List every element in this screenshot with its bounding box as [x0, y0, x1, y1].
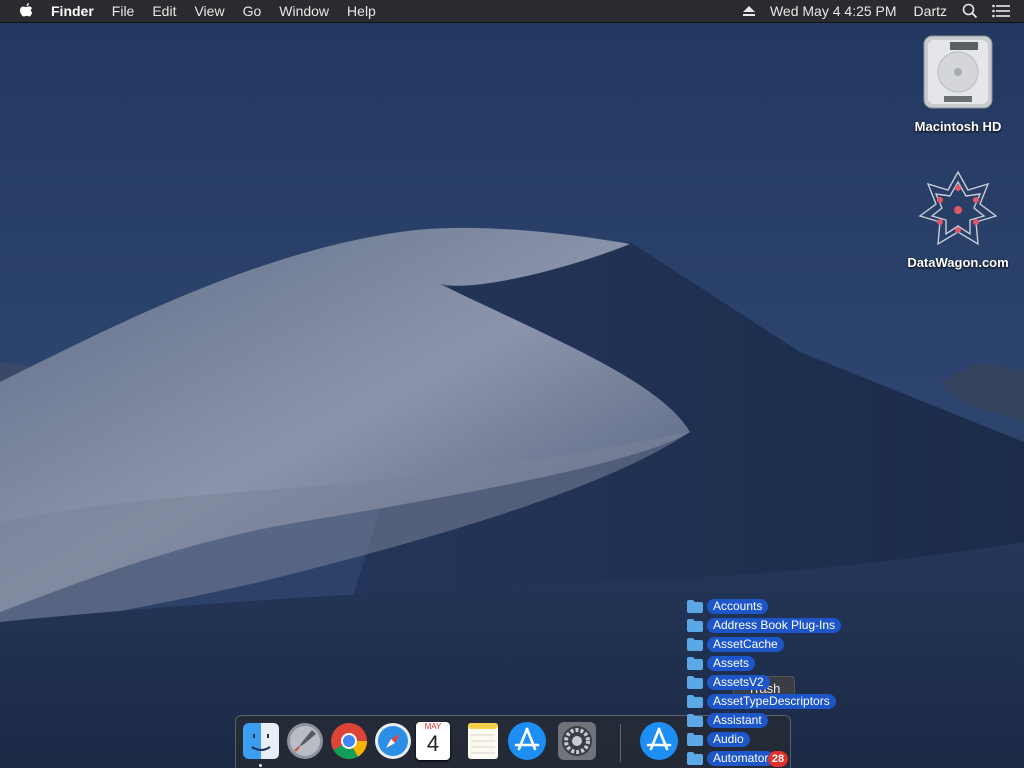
- stack-item-label: Address Book Plug-Ins: [707, 617, 842, 633]
- datawagon-icon: [918, 170, 998, 246]
- folder-icon: [687, 694, 703, 708]
- folder-icon: [687, 713, 703, 727]
- calendar-icon[interactable]: MAY 4: [416, 722, 450, 760]
- stack-item[interactable]: Audio: [687, 731, 750, 747]
- folder-icon: [687, 675, 703, 689]
- running-indicator: [259, 764, 262, 767]
- dock-separator: [620, 724, 621, 762]
- eject-icon[interactable]: [742, 5, 756, 17]
- stack-item-label: Automator: [707, 750, 775, 766]
- menu-app-name[interactable]: Finder: [42, 0, 103, 22]
- notification-badge: 28: [768, 751, 788, 767]
- desktop-icon-datawagon[interactable]: DataWagon.com: [898, 168, 1018, 270]
- menu-window[interactable]: Window: [270, 0, 338, 22]
- stack-item-label: Assets: [707, 655, 756, 671]
- menu-go[interactable]: Go: [234, 0, 271, 22]
- menu-file[interactable]: File: [103, 0, 144, 22]
- finder-icon[interactable]: [240, 720, 282, 762]
- system-preferences-icon[interactable]: [556, 720, 598, 762]
- folder-icon: [687, 637, 703, 651]
- stack-item-label: Audio: [707, 731, 750, 747]
- notes-icon[interactable]: [462, 720, 504, 762]
- stack-item-label: AssetsV2: [707, 674, 770, 690]
- desktop-wallpaper: [0, 22, 1024, 768]
- menu-view[interactable]: View: [185, 0, 233, 22]
- menu-help[interactable]: Help: [338, 0, 385, 22]
- folder-icon: [687, 618, 703, 632]
- stack-item[interactable]: AssetTypeDescriptors: [687, 693, 836, 709]
- folder-icon: [687, 732, 703, 746]
- stack-item[interactable]: Automator: [687, 750, 775, 766]
- notification-center-icon[interactable]: [992, 4, 1010, 18]
- stack-item[interactable]: Assistant: [687, 712, 768, 728]
- stack-item-label: Assistant: [707, 712, 768, 728]
- launchpad-icon[interactable]: [284, 720, 326, 762]
- app-store-icon[interactable]: [506, 720, 548, 762]
- hard-drive-icon: [923, 35, 993, 109]
- stack-item[interactable]: AssetsV2: [687, 674, 770, 690]
- stack-item-label: AssetCache: [707, 636, 784, 652]
- stack-item[interactable]: Address Book Plug-Ins: [687, 617, 842, 633]
- stack-item[interactable]: Assets: [687, 655, 756, 671]
- stack-item-label: AssetTypeDescriptors: [707, 693, 836, 709]
- folder-icon: [687, 751, 703, 765]
- desktop-icon-macintosh-hd[interactable]: Macintosh HD: [898, 32, 1018, 134]
- desktop-icon-label: DataWagon.com: [907, 255, 1009, 270]
- stack-item-label: Accounts: [707, 598, 769, 614]
- desktop-icon-label: Macintosh HD: [914, 119, 1002, 134]
- apple-icon[interactable]: [18, 2, 34, 20]
- stack-item[interactable]: Accounts: [687, 598, 769, 614]
- safari-icon[interactable]: [372, 720, 414, 762]
- folder-icon: [687, 599, 703, 613]
- menu-bar: Finder File Edit View Go Window Help Wed…: [0, 0, 1024, 23]
- spotlight-search-icon[interactable]: [962, 3, 978, 19]
- stack-item[interactable]: AssetCache: [687, 636, 784, 652]
- folder-icon: [687, 656, 703, 670]
- applications-stack-icon[interactable]: [638, 720, 680, 762]
- chrome-icon[interactable]: [328, 720, 370, 762]
- calendar-day: 4: [426, 731, 440, 756]
- menu-edit[interactable]: Edit: [143, 0, 185, 22]
- menu-clock[interactable]: Wed May 4 4:25 PM: [770, 0, 905, 22]
- menu-user[interactable]: Dartz: [905, 0, 956, 22]
